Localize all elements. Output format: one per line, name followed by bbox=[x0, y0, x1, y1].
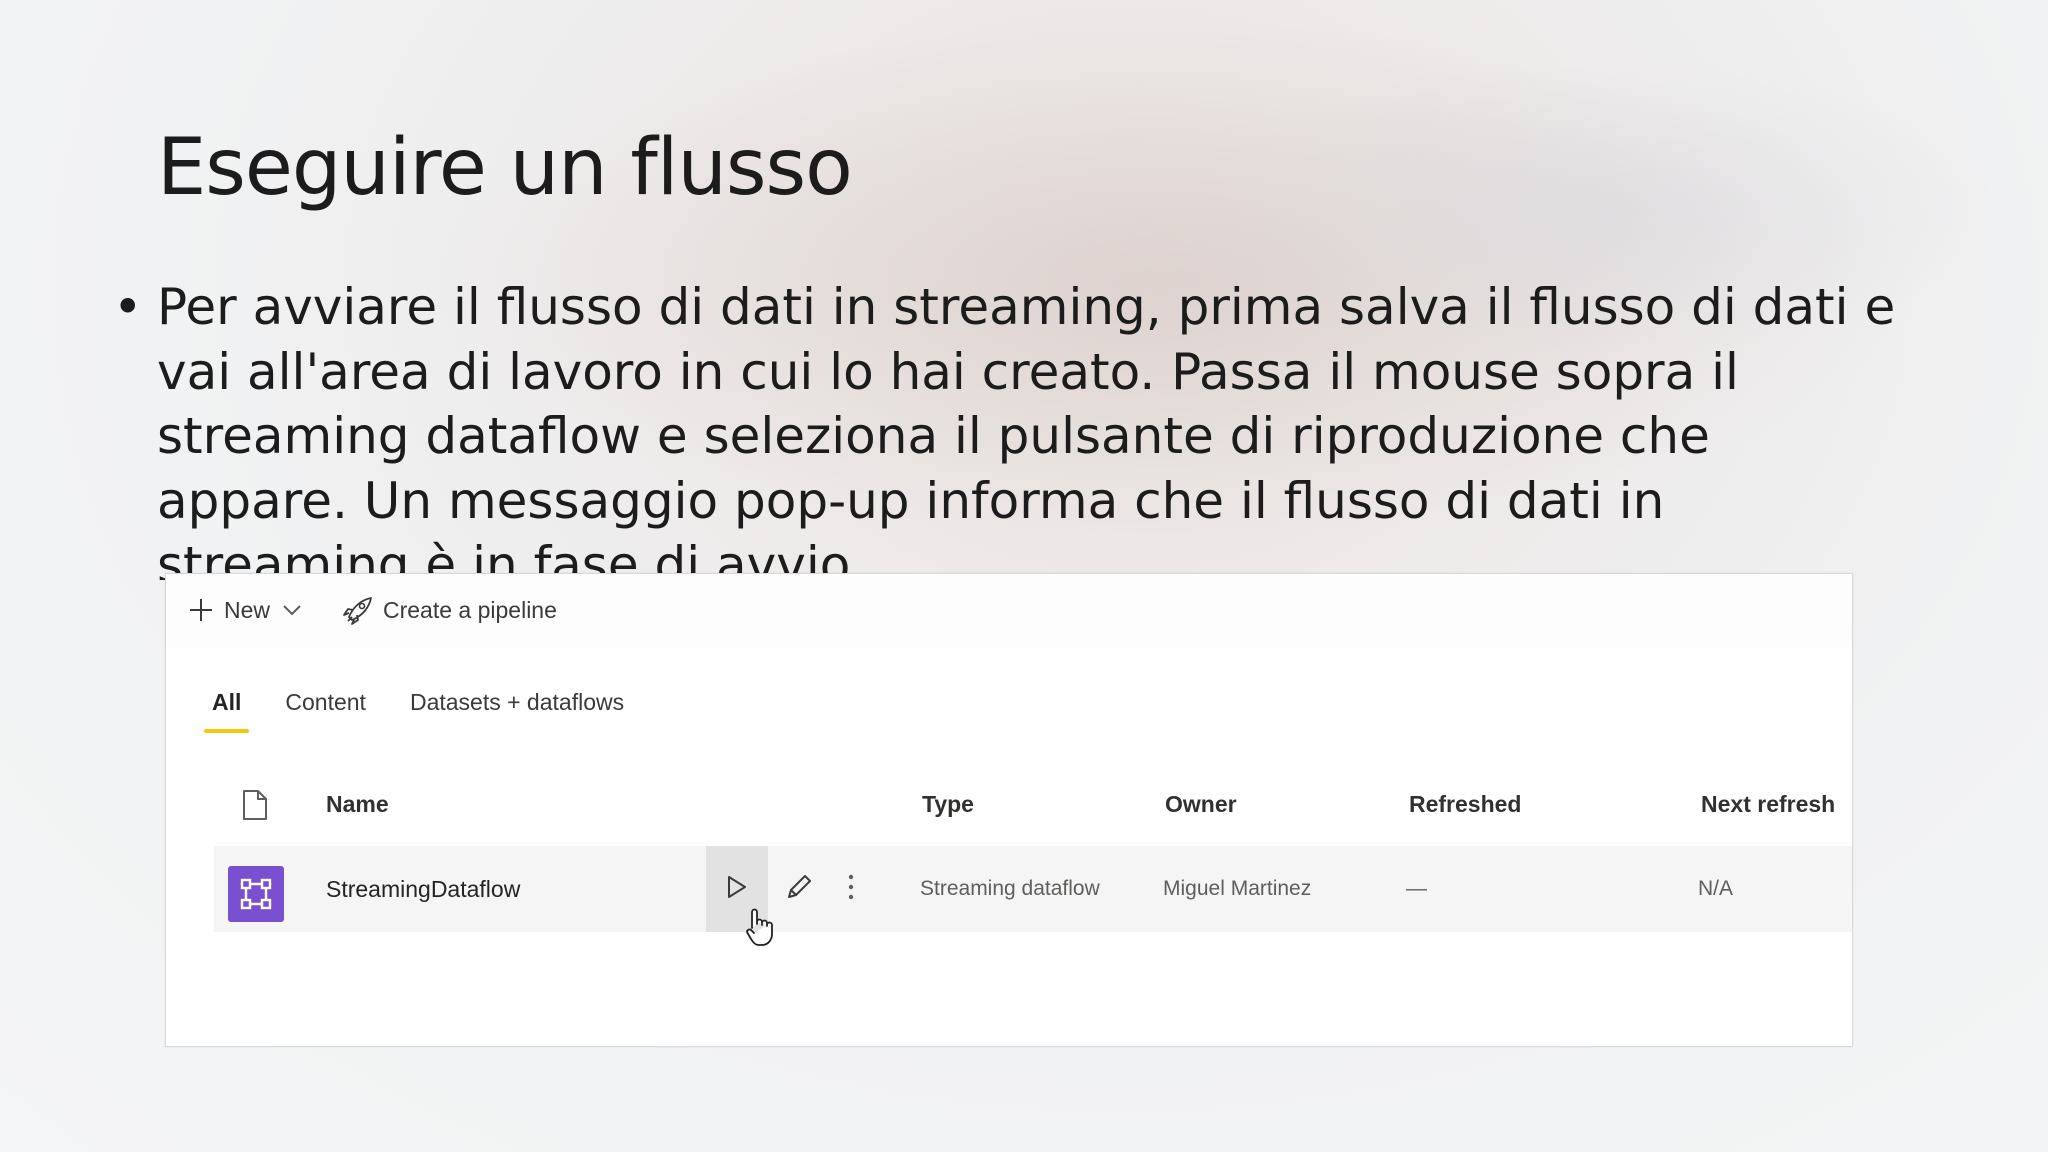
header-name[interactable]: Name bbox=[326, 784, 389, 824]
create-pipeline-button[interactable]: Create a pipeline bbox=[341, 594, 557, 626]
header-owner[interactable]: Owner bbox=[1165, 784, 1237, 824]
slide-title: Eseguire un flusso bbox=[157, 123, 853, 213]
command-bar: New Create a pipeline bbox=[166, 574, 1852, 648]
play-icon bbox=[725, 874, 749, 905]
bullet-area: • Per avviare il flusso di dati in strea… bbox=[113, 275, 1913, 580]
table-header: Name Type Owner Refreshed Next refresh bbox=[166, 784, 1852, 824]
more-options-button[interactable] bbox=[826, 846, 876, 932]
chevron-down-icon bbox=[282, 603, 302, 617]
row-refreshed: — bbox=[1406, 877, 1427, 900]
header-type[interactable]: Type bbox=[922, 784, 974, 824]
bullet-text: Per avviare il flusso di dati in streami… bbox=[157, 278, 1896, 580]
row-type: Streaming dataflow bbox=[920, 877, 1100, 900]
content-tabs: All Content Datasets + dataflows bbox=[203, 689, 668, 733]
header-refreshed[interactable]: Refreshed bbox=[1409, 784, 1521, 824]
row-owner: Miguel Martinez bbox=[1163, 877, 1312, 900]
hand-cursor-icon bbox=[744, 908, 774, 953]
tab-content[interactable]: Content bbox=[285, 689, 366, 729]
new-button[interactable]: New bbox=[188, 594, 302, 626]
workspace-screenshot: New Create a pipeline All Content Datase… bbox=[165, 573, 1853, 1047]
more-icon bbox=[847, 873, 855, 906]
tab-datasets-dataflows[interactable]: Datasets + dataflows bbox=[410, 689, 624, 729]
tab-all[interactable]: All bbox=[203, 689, 250, 733]
new-label: New bbox=[224, 596, 271, 623]
bullet-dot: • bbox=[113, 278, 143, 336]
create-pipeline-label: Create a pipeline bbox=[383, 596, 557, 623]
header-next-refresh[interactable]: Next refresh bbox=[1701, 784, 1835, 824]
file-icon bbox=[242, 789, 268, 833]
row-next-refresh: N/A bbox=[1698, 877, 1734, 900]
plus-icon bbox=[188, 597, 214, 623]
rocket-icon bbox=[341, 595, 373, 625]
row-name[interactable]: StreamingDataflow bbox=[326, 846, 520, 932]
pencil-icon bbox=[784, 872, 814, 907]
edit-button[interactable] bbox=[768, 846, 830, 932]
dataflow-icon bbox=[228, 866, 284, 922]
table-row[interactable]: StreamingDataflow Streaming dataflow Mig… bbox=[214, 846, 1852, 932]
